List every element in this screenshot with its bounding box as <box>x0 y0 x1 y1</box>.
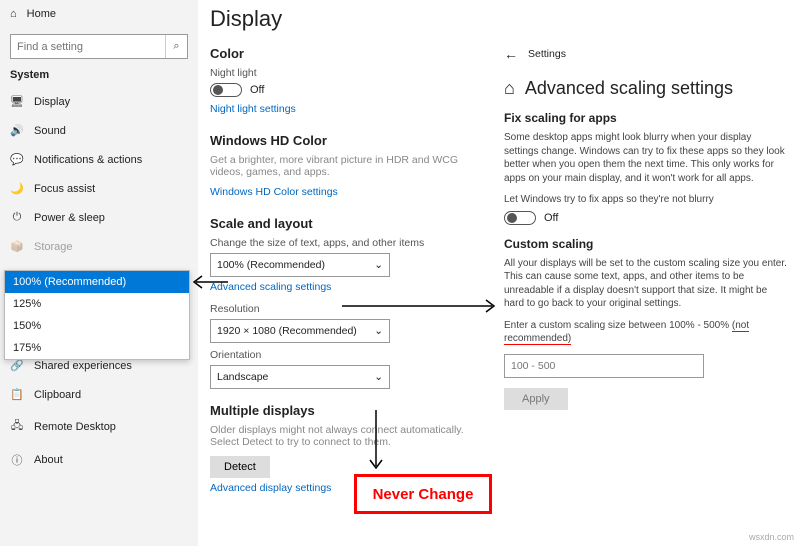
home-icon: ⌂ <box>10 8 17 20</box>
custom-scaling-label: Enter a custom scaling size between 100%… <box>504 319 788 346</box>
advanced-scaling-pane: ← Settings ⌂ Advanced scaling settings F… <box>498 40 798 416</box>
night-light-settings-link[interactable]: Night light settings <box>210 103 296 115</box>
detect-button[interactable]: Detect <box>210 456 270 478</box>
scale-value: 100% (Recommended) <box>217 259 325 271</box>
home-nav[interactable]: ⌂ Home <box>0 0 198 28</box>
multiple-displays-desc: Older displays might not always connect … <box>210 424 476 448</box>
night-light-label: Night light <box>210 67 476 79</box>
page-title: Advanced scaling settings <box>525 78 733 99</box>
never-change-annotation: Never Change <box>354 474 492 514</box>
focus-icon: 🌙 <box>10 182 24 195</box>
orientation-select[interactable]: Landscape ⌄ <box>210 365 390 389</box>
sidebar-item-focus[interactable]: 🌙 Focus assist <box>0 174 198 203</box>
home-label: Home <box>27 8 56 20</box>
let-windows-label: Let Windows try to fix apps so they're n… <box>504 193 788 207</box>
notifications-icon: 💬 <box>10 153 24 166</box>
multiple-displays-heading: Multiple displays <box>210 403 476 418</box>
resolution-label: Resolution <box>210 303 476 315</box>
advanced-scaling-link[interactable]: Advanced scaling settings <box>210 281 331 293</box>
fix-scaling-heading: Fix scaling for apps <box>504 111 788 125</box>
search-input[interactable] <box>11 41 165 53</box>
settings-label: Settings <box>528 48 566 60</box>
resolution-value: 1920 × 1080 (Recommended) <box>217 325 357 337</box>
category-title: System <box>10 69 188 81</box>
item-label: Display <box>34 96 70 108</box>
display-icon: 🖥 <box>10 95 24 108</box>
watermark: wsxdn.com <box>749 532 794 542</box>
scale-select[interactable]: 100% (Recommended) ⌄ <box>210 253 390 277</box>
custom-scaling-desc: All your displays will be set to the cus… <box>504 257 788 311</box>
toggle-state: Off <box>544 212 558 224</box>
hd-color-link[interactable]: Windows HD Color settings <box>210 186 338 198</box>
fix-scaling-desc: Some desktop apps might look blurry when… <box>504 131 788 185</box>
item-label: Sound <box>34 125 66 137</box>
sidebar-item-display[interactable]: 🖥 Display <box>0 87 198 116</box>
chevron-down-icon: ⌄ <box>374 371 383 383</box>
sidebar-item-remote[interactable]: 🖧 Remote Desktop <box>0 409 198 444</box>
custom-scaling-input[interactable] <box>504 354 704 378</box>
item-label: Storage <box>34 241 73 253</box>
scale-option-125[interactable]: 125% <box>5 293 189 315</box>
item-label: Notifications & actions <box>34 154 142 166</box>
scale-option-175[interactable]: 175% <box>5 337 189 359</box>
chevron-down-icon: ⌄ <box>374 259 383 271</box>
home-icon: ⌂ <box>504 78 515 99</box>
search-box[interactable]: ⌕ <box>10 34 188 59</box>
toggle-switch-icon <box>210 83 242 97</box>
about-icon: ⓘ <box>10 452 24 468</box>
display-settings-pane: Display Color Night light Off Night ligh… <box>198 0 488 504</box>
apply-button[interactable]: Apply <box>504 388 568 410</box>
orientation-label: Orientation <box>210 349 476 361</box>
hd-color-heading: Windows HD Color <box>210 133 476 148</box>
toggle-switch-icon <box>504 211 536 225</box>
chevron-down-icon: ⌄ <box>374 325 383 337</box>
resolution-select[interactable]: 1920 × 1080 (Recommended) ⌄ <box>210 319 390 343</box>
power-icon: ⏻ <box>10 211 24 224</box>
back-button[interactable]: ← <box>504 46 518 62</box>
item-label: Power & sleep <box>34 212 105 224</box>
page-title: Display <box>210 6 476 32</box>
item-label: Shared experiences <box>34 360 132 372</box>
remote-icon: 🖧 <box>10 417 24 436</box>
scale-heading: Scale and layout <box>210 216 476 231</box>
sound-icon: 🔊 <box>10 124 24 137</box>
fix-blurry-toggle[interactable]: Off <box>504 211 788 225</box>
shared-icon: 🔗 <box>10 359 24 372</box>
toggle-state: Off <box>250 84 264 96</box>
orientation-value: Landscape <box>217 371 268 383</box>
sidebar-item-about[interactable]: ⓘ About <box>0 444 198 476</box>
scale-option-100[interactable]: 100% (Recommended) <box>5 271 189 293</box>
scale-dropdown-list[interactable]: 100% (Recommended) 125% 150% 175% <box>4 270 190 360</box>
item-label: Remote Desktop <box>34 421 116 433</box>
custom-scaling-heading: Custom scaling <box>504 237 788 251</box>
sidebar-item-clipboard[interactable]: 📋 Clipboard <box>0 380 198 409</box>
sidebar-item-notifications[interactable]: 💬 Notifications & actions <box>0 145 198 174</box>
sidebar-item-power[interactable]: ⏻ Power & sleep <box>0 203 198 232</box>
hd-color-desc: Get a brighter, more vibrant picture in … <box>210 154 476 178</box>
clipboard-icon: 📋 <box>10 388 24 401</box>
search-icon[interactable]: ⌕ <box>165 35 187 58</box>
scale-label: Change the size of text, apps, and other… <box>210 237 476 249</box>
item-label: Focus assist <box>34 183 95 195</box>
scale-option-150[interactable]: 150% <box>5 315 189 337</box>
advanced-display-link[interactable]: Advanced display settings <box>210 482 331 494</box>
sidebar-item-storage[interactable]: 📦 Storage <box>0 232 198 261</box>
item-label: About <box>34 454 63 466</box>
storage-icon: 📦 <box>10 240 24 253</box>
sidebar-item-sound[interactable]: 🔊 Sound <box>0 116 198 145</box>
color-heading: Color <box>210 46 476 61</box>
item-label: Clipboard <box>34 389 81 401</box>
night-light-toggle[interactable]: Off <box>210 83 476 97</box>
